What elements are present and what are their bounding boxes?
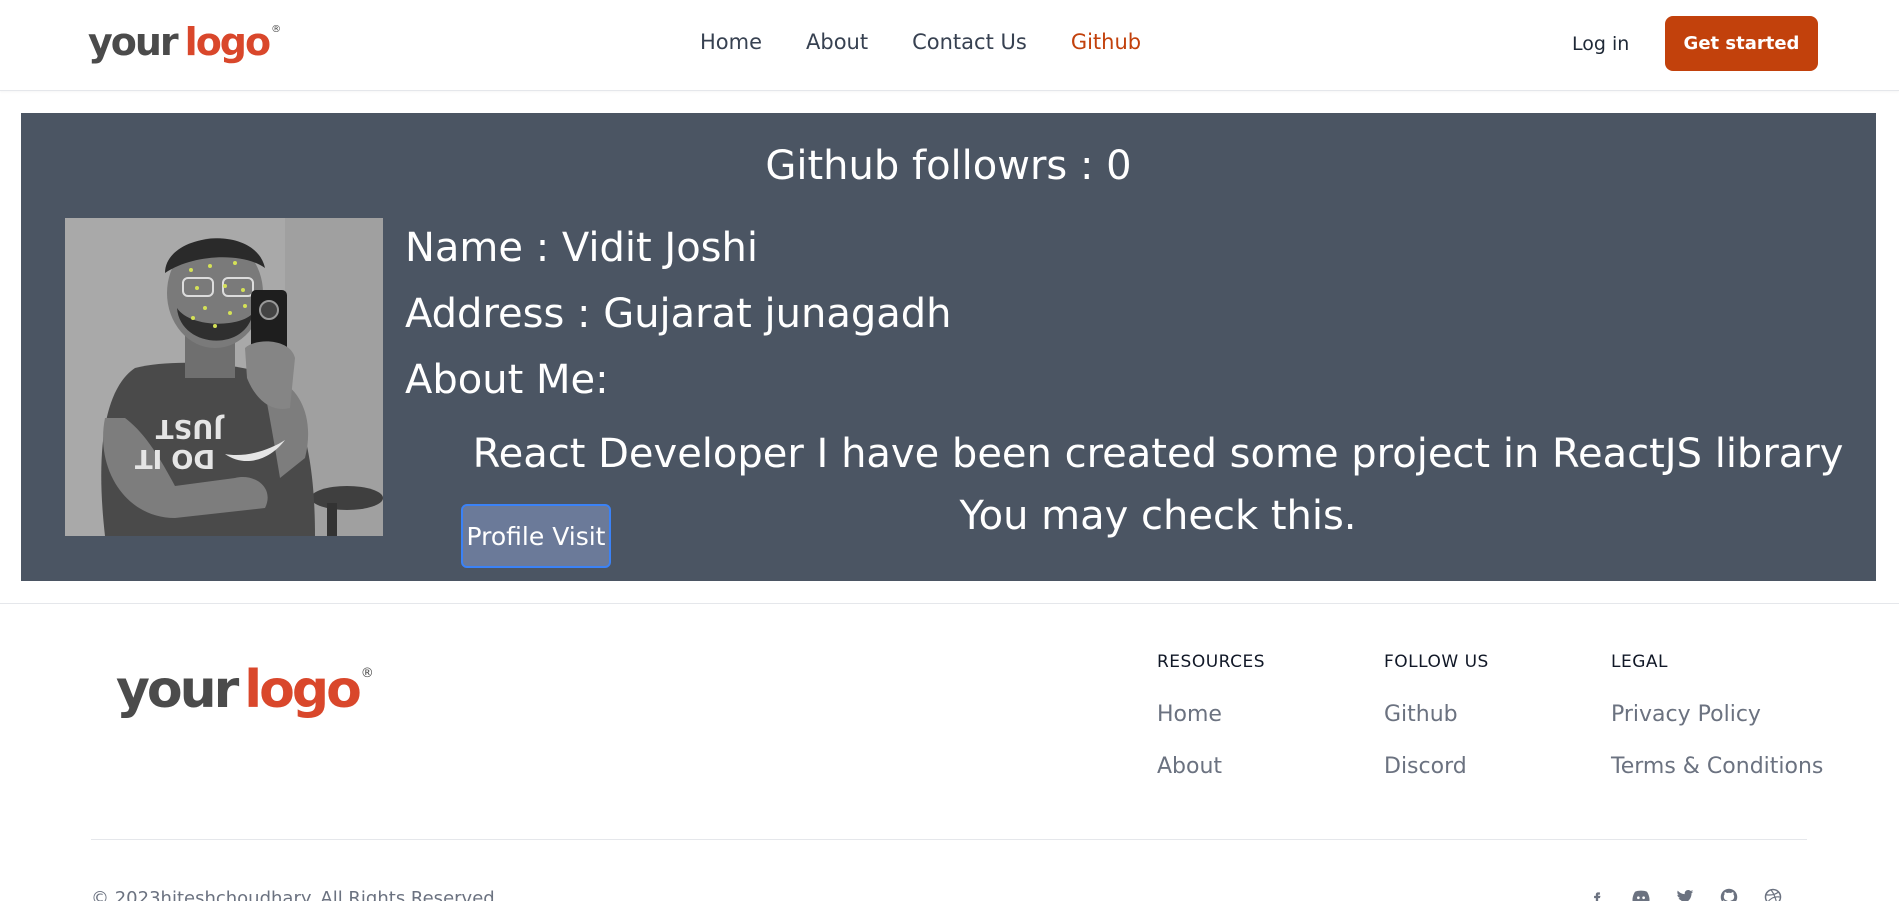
avatar: JUST DO IT [65,218,383,536]
footer-heading-resources: RESOURCES [1157,652,1266,672]
login-link[interactable]: Log in [1572,33,1629,55]
footer-heading-legal: LEGAL [1611,652,1668,672]
nav-github[interactable]: Github [1071,30,1141,54]
footer-column-follow-us: FOLLOW US Github Discord [1384,652,1489,806]
footer-heading-follow-us: FOLLOW US [1384,652,1489,672]
profile-name: Name : Vidit Joshi [405,225,758,271]
header-logo[interactable]: your logo ® [88,20,281,64]
footer-column-resources: RESOURCES Home About [1157,652,1265,806]
footer-link-privacy-policy[interactable]: Privacy Policy [1611,702,1823,727]
profile-address: Address : Gujarat junagadh [405,291,952,337]
about-heading: About Me: [405,357,609,403]
profile-visit-button[interactable]: Profile Visit [461,504,611,568]
discord-icon[interactable] [1630,886,1652,901]
footer-link-discord[interactable]: Discord [1384,754,1489,779]
footer-top-border [0,603,1899,604]
footer-link-github[interactable]: Github [1384,702,1489,727]
nav-about[interactable]: About [806,30,868,54]
footer-column-legal: LEGAL Privacy Policy Terms & Conditions [1611,652,1823,806]
nav-home[interactable]: Home [700,30,762,54]
footer-logo[interactable]: your logo ® [116,660,374,720]
get-started-button[interactable]: Get started [1665,16,1818,71]
svg-text:JUST: JUST [155,413,225,443]
copyright-text: © 2023hiteshchoudhary. All Rights Reserv… [91,888,501,901]
nav-contact-us[interactable]: Contact Us [912,30,1027,54]
footer-link-terms-conditions[interactable]: Terms & Conditions [1611,754,1823,779]
twitter-icon[interactable] [1674,886,1696,901]
site-header: your logo ® Home About Contact Us Github… [0,0,1899,91]
github-icon[interactable] [1718,886,1740,901]
svg-text:DO IT: DO IT [135,443,215,473]
avatar-photo: JUST DO IT [65,218,383,536]
followers-title: Github followrs : 0 [765,143,1132,189]
footer-link-home[interactable]: Home [1157,702,1265,727]
main-nav: Home About Contact Us Github [700,30,1141,54]
about-text: React Developer I have been created some… [472,431,1844,539]
footer-link-about[interactable]: About [1157,754,1265,779]
facebook-icon[interactable] [1586,886,1608,901]
footer-divider [91,839,1807,840]
github-profile-card: Github followrs : 0 JUST DO IT Name: Vi… [21,113,1876,581]
dribbble-icon[interactable] [1762,886,1784,901]
social-links [1586,886,1784,901]
